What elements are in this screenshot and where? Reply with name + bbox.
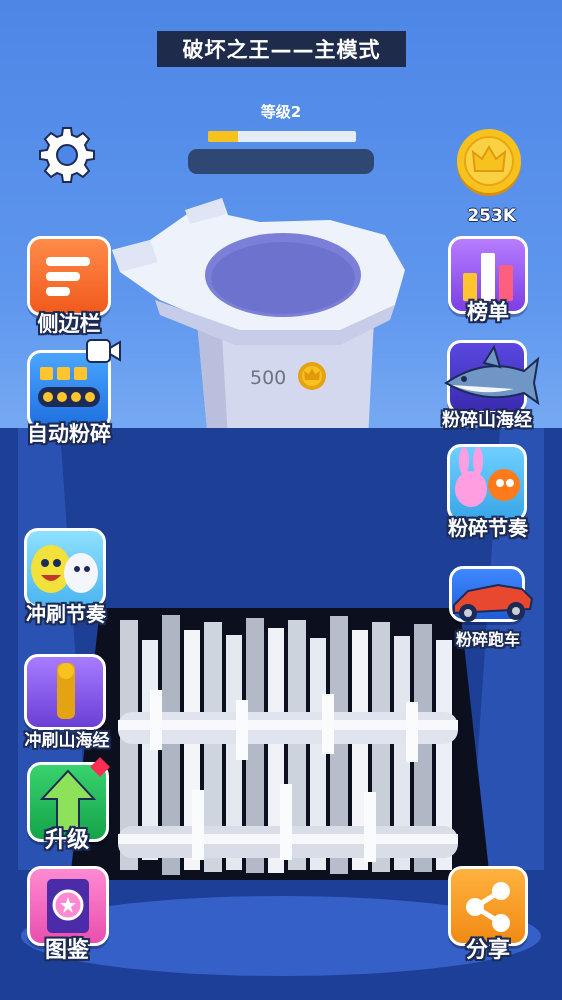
level-name-box	[188, 149, 374, 174]
crush-car-button-label: 粉碎跑车	[455, 630, 520, 649]
settings-button[interactable]	[36, 124, 98, 186]
item-price: 500	[250, 367, 287, 389]
leaderboard-button-label: 榜单	[467, 300, 509, 324]
auto-crush-button-label: 自动粉碎	[27, 422, 111, 446]
level-progress-fill	[208, 131, 238, 142]
coin-balance	[455, 127, 523, 197]
toilet-object	[112, 198, 405, 440]
flush-rhythm-button-label: 冲刷节奏	[26, 602, 106, 626]
coin-icon	[457, 129, 521, 196]
crush-myth-button[interactable]	[444, 340, 540, 414]
sidebar-button-label: 侧边栏	[37, 312, 101, 336]
shark-icon	[444, 344, 540, 406]
shredder-blades	[118, 615, 458, 875]
upgrade-button-label: 升级	[44, 828, 89, 853]
level-label: 等级2	[260, 103, 302, 121]
cartoon-characters-icon	[31, 545, 98, 593]
flush-rhythm-button[interactable]	[24, 528, 106, 608]
crush-car-button[interactable]	[449, 566, 534, 622]
flush-myth-button-label: 冲刷山海经	[24, 731, 110, 751]
conveyor-icon	[38, 367, 100, 407]
share-button-label: 分享	[465, 938, 510, 963]
crush-rhythm-button-label: 粉碎节奏	[448, 516, 528, 540]
level-progress-bar	[208, 131, 356, 142]
bunny-characters-icon	[455, 447, 520, 507]
golden-statue-icon	[57, 663, 75, 719]
crush-myth-button-label: 粉碎山海经	[442, 410, 532, 431]
list-icon	[46, 257, 90, 296]
video-ad-icon	[86, 338, 122, 364]
mode-title: 破坏之王——主模式	[157, 31, 406, 67]
flush-myth-button[interactable]	[24, 654, 106, 730]
crush-rhythm-button[interactable]	[447, 444, 527, 522]
sidebar-button[interactable]	[27, 236, 111, 316]
race-car-icon	[453, 583, 534, 622]
collection-button-label: 图鉴	[44, 938, 89, 963]
gear-icon	[39, 127, 95, 183]
